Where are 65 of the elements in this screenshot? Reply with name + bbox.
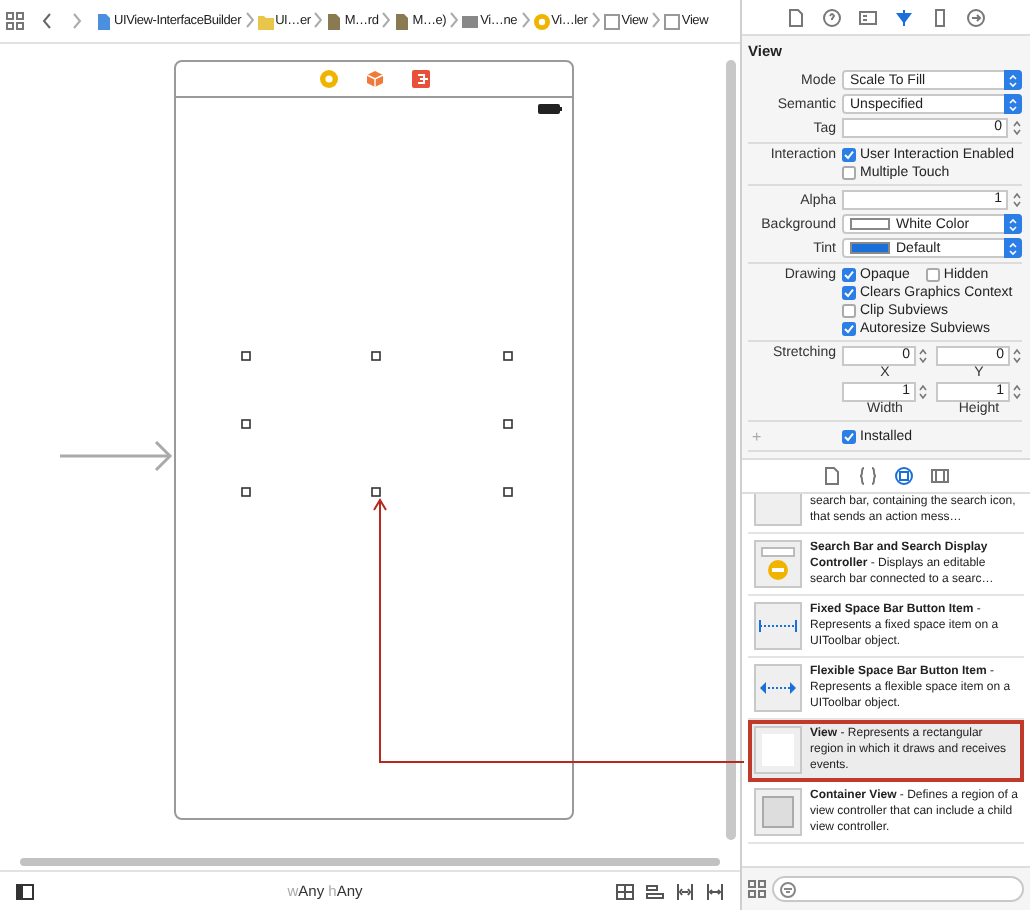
chevron-updown-icon <box>1008 73 1018 87</box>
back-icon[interactable] <box>40 12 56 30</box>
file-icon <box>786 7 806 27</box>
braces-icon <box>858 466 878 486</box>
cube-icon[interactable] <box>365 70 383 88</box>
filter-icon <box>780 881 796 897</box>
stepper-icon[interactable] <box>918 382 928 402</box>
document-icon <box>394 13 411 29</box>
chevron-icon <box>314 11 323 27</box>
stepper-icon[interactable] <box>918 346 928 366</box>
inspector-tab[interactable] <box>856 5 880 29</box>
controller-icon <box>533 13 550 29</box>
library-tab[interactable] <box>928 464 952 488</box>
id-card-icon <box>858 7 878 27</box>
file-icon <box>96 13 112 29</box>
checkmark-icon <box>844 324 854 334</box>
help-icon <box>822 7 842 27</box>
battery-icon <box>538 104 562 114</box>
chevron-icon <box>521 11 530 27</box>
chevron-updown-icon <box>1008 241 1018 255</box>
inspector-tab[interactable] <box>784 5 808 29</box>
flexible-space-icon <box>758 680 798 696</box>
grid-icon[interactable] <box>6 12 24 30</box>
chevron-icon <box>245 11 254 27</box>
library-tab[interactable] <box>856 464 880 488</box>
film-icon <box>930 466 950 486</box>
checkmark-icon <box>844 150 854 160</box>
item-thumbnail <box>754 494 802 526</box>
checkmark-icon <box>844 431 854 441</box>
object-icon <box>894 466 914 486</box>
exit-icon[interactable] <box>411 70 429 88</box>
scene-icon <box>462 13 479 29</box>
entry-arrow <box>60 440 173 472</box>
stepper-icon[interactable] <box>1012 118 1022 138</box>
inspector-tab[interactable] <box>964 5 988 29</box>
grid-icon[interactable] <box>748 880 766 898</box>
fixed-space-icon <box>758 618 798 634</box>
container-view-icon <box>762 796 794 828</box>
resizing-icon[interactable] <box>706 883 724 899</box>
sidebar-toggle-icon[interactable] <box>16 883 34 899</box>
chevron-updown-icon <box>1008 97 1018 111</box>
library-tab[interactable] <box>892 464 916 488</box>
view-icon <box>603 13 620 29</box>
align-icon[interactable] <box>616 883 634 899</box>
stepper-icon[interactable] <box>1012 382 1022 402</box>
stepper-icon[interactable] <box>1012 190 1022 210</box>
inspector-tab[interactable] <box>820 5 844 29</box>
pin-icon[interactable] <box>646 883 664 899</box>
filter-field[interactable] <box>772 876 1024 902</box>
forward-icon[interactable] <box>68 12 84 30</box>
chevron-icon <box>591 11 600 27</box>
scrollbar[interactable] <box>20 858 720 866</box>
folder-icon <box>257 13 274 29</box>
file-icon <box>822 466 842 486</box>
chevron-icon <box>382 11 391 27</box>
library-tab[interactable] <box>820 464 844 488</box>
arrow-circle-icon <box>966 7 986 27</box>
chevron-updown-icon <box>1008 217 1018 231</box>
document-icon <box>326 13 343 29</box>
chevron-icon <box>450 11 459 27</box>
view-icon <box>663 13 680 29</box>
stepper-icon[interactable] <box>1012 346 1022 366</box>
chevron-icon <box>651 11 660 27</box>
scrollbar[interactable] <box>726 60 736 840</box>
resolve-icon[interactable] <box>676 883 694 899</box>
